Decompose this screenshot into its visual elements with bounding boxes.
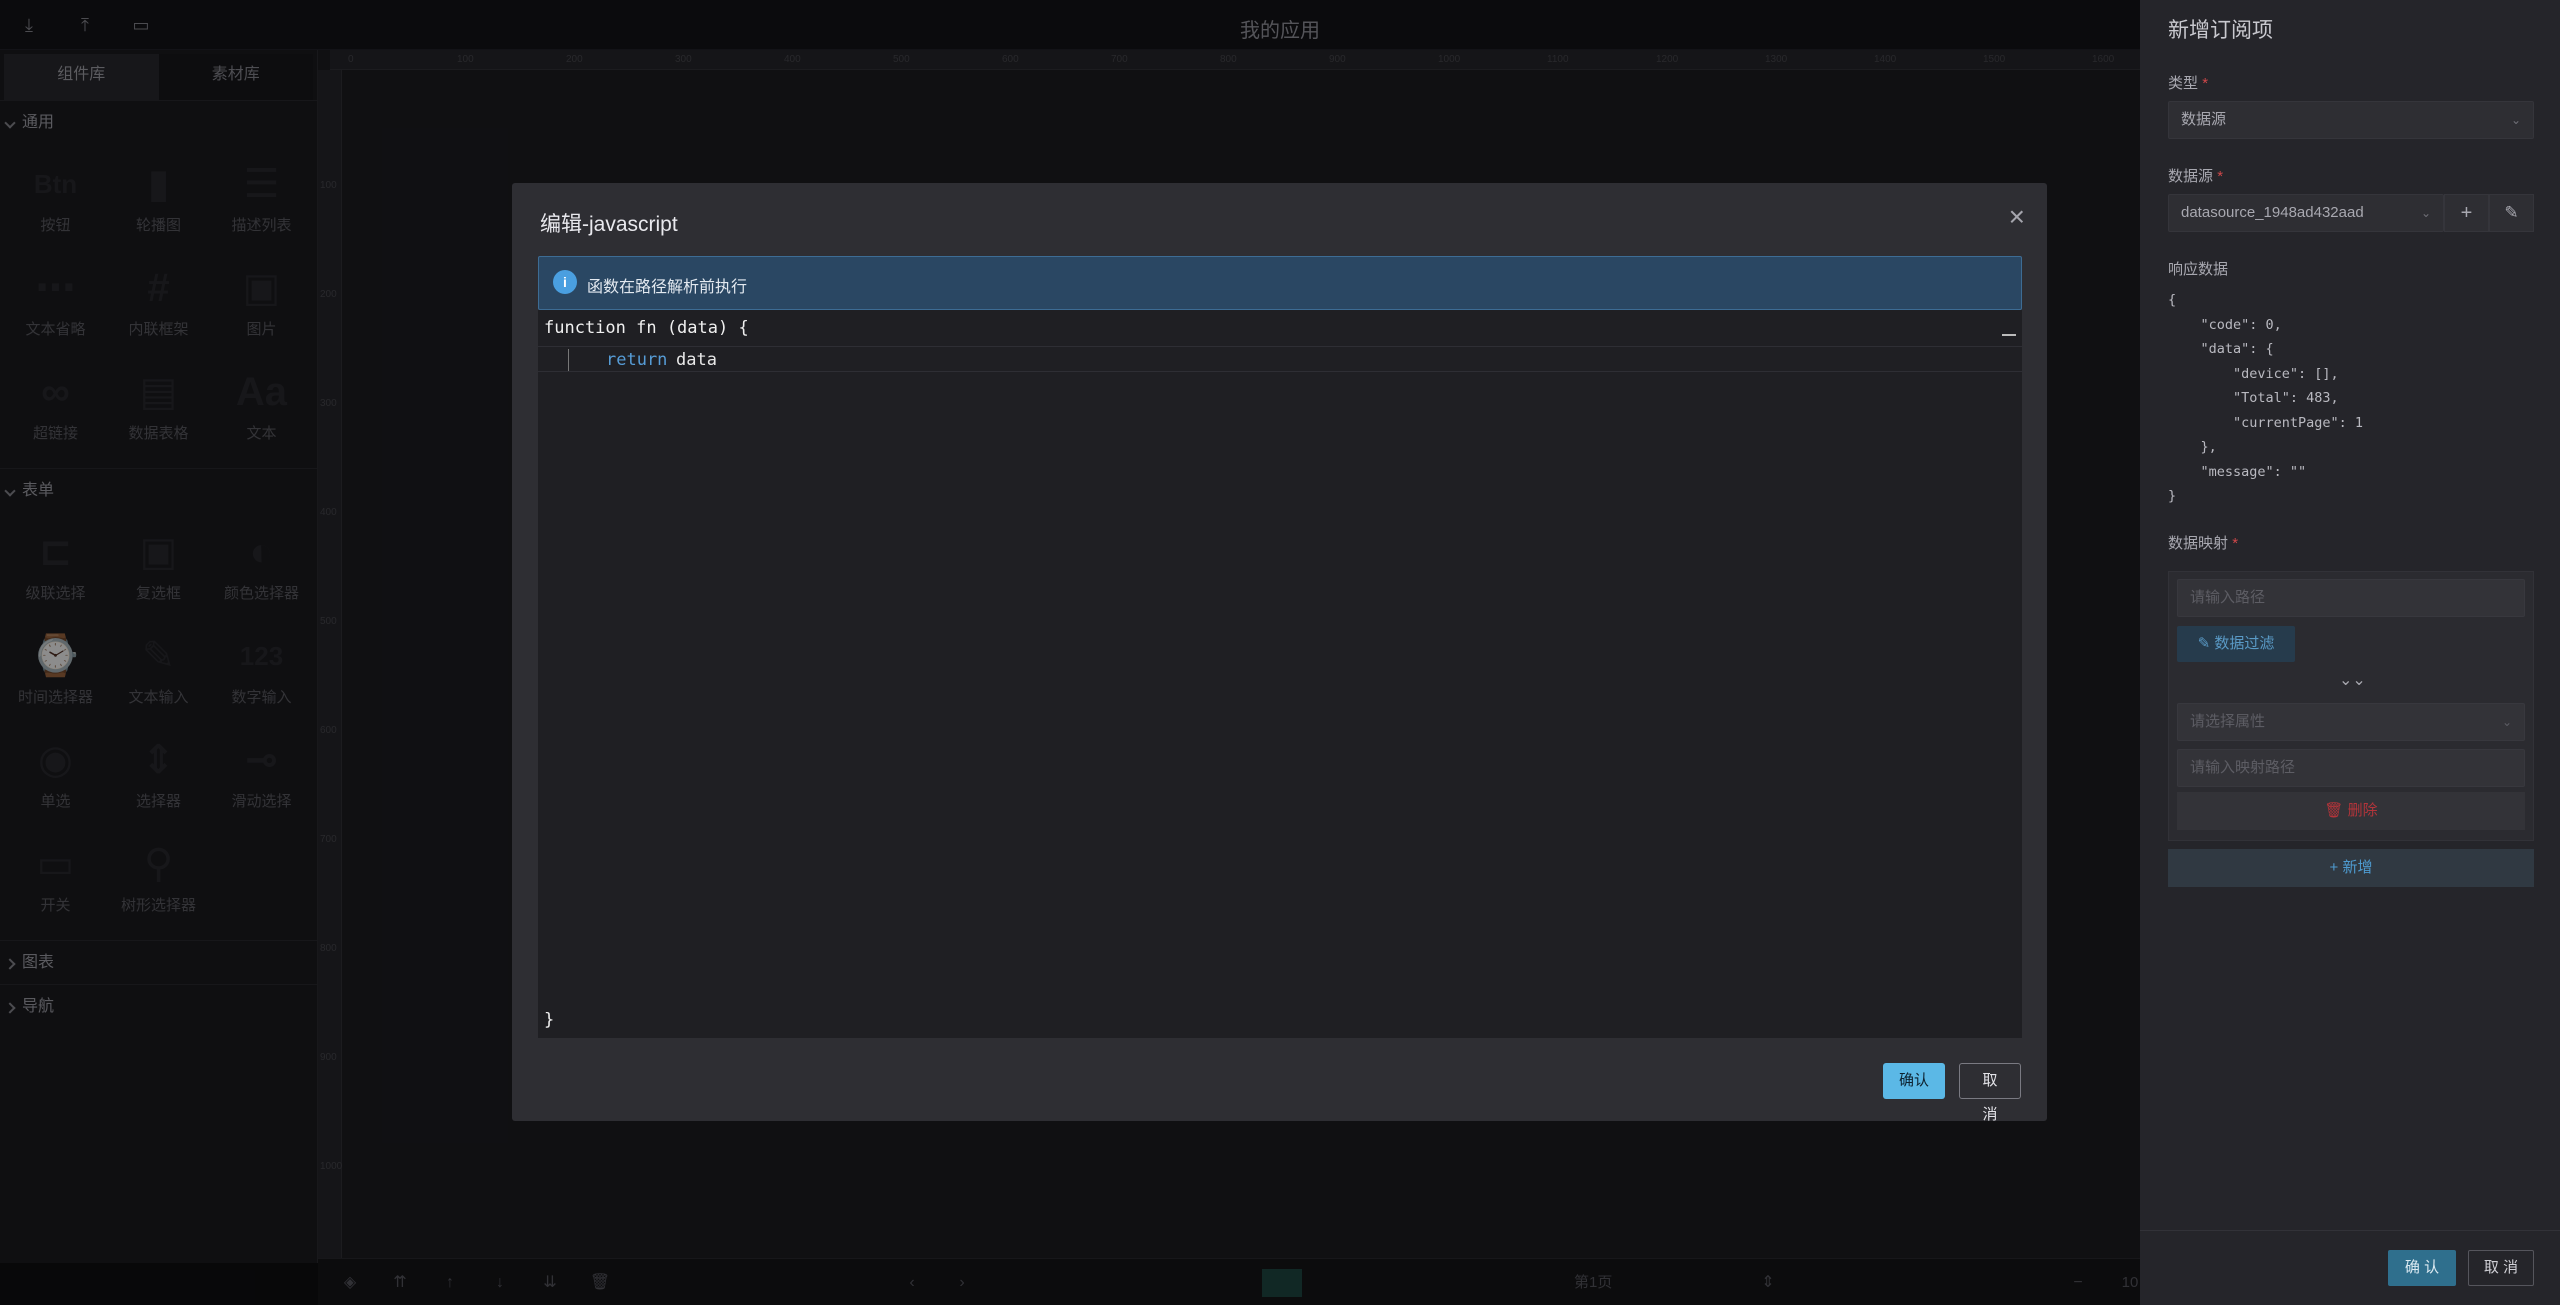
editor-cursor	[2002, 334, 2016, 336]
info-text: 函数在路径解析前执行	[587, 279, 748, 296]
response-json: { "code": 0, "data": { "device": [], "To…	[2168, 288, 2363, 509]
response-label: 响应数据	[2168, 261, 2229, 278]
code-identifier: data	[676, 350, 717, 370]
code-line-1: function fn (data) {	[544, 318, 749, 338]
panel-cancel-button[interactable]: 取 消	[2468, 1250, 2534, 1286]
datasource-select[interactable]: datasource_1948ad432aad ⌄	[2168, 194, 2444, 232]
source-label: 数据源 *	[2168, 168, 2224, 185]
json-line: {	[2168, 292, 2177, 308]
json-line: "message": ""	[2168, 463, 2307, 480]
delete-button[interactable]: 🗑 删除	[2177, 792, 2525, 830]
type-select[interactable]: 数据源 ⌄	[2168, 101, 2534, 139]
json-line: "data": {	[2168, 341, 2274, 357]
json-line: "currentPage": 1	[2168, 414, 2364, 431]
json-line: "Total": 483,	[2168, 390, 2339, 406]
info-alert: i 函数在路径解析前执行	[538, 256, 2022, 310]
close-icon[interactable]: ×	[2009, 201, 2025, 233]
code-keyword: return	[606, 350, 668, 370]
mapping-box: 请输入路径 ✎ 数据过滤 ⌄⌄ 请选择属性 ⌄ 请输入映射路径 🗑 删除	[2168, 571, 2534, 841]
add-datasource-button[interactable]: +	[2444, 194, 2489, 232]
edit-datasource-button[interactable]: ✎	[2489, 194, 2534, 232]
data-filter-button[interactable]: ✎ 数据过滤	[2177, 626, 2295, 662]
subscription-panel: 新增订阅项 类型 * 数据源 ⌄ 数据源 * datasource_1948ad4…	[2140, 0, 2560, 1305]
js-editor-dialog: 编辑-javascript × i 函数在路径解析前执行 function fn…	[512, 183, 2047, 1123]
attribute-select[interactable]: 请选择属性 ⌄	[2177, 703, 2525, 741]
panel-title: 新增订阅项	[2168, 19, 2273, 42]
mapping-label: 数据映射 *	[2168, 535, 2239, 552]
code-line-3: }	[544, 1010, 555, 1030]
double-chevron-down-icon: ⌄⌄	[2339, 672, 2366, 689]
path-input[interactable]: 请输入路径	[2177, 579, 2525, 617]
json-line: "device": [],	[2168, 365, 2339, 382]
chevron-down-icon: ⌄	[2510, 113, 2521, 127]
json-line: "code": 0,	[2168, 316, 2282, 333]
panel-confirm-button[interactable]: 确 认	[2388, 1250, 2456, 1286]
add-mapping-button[interactable]: + 新增	[2168, 849, 2534, 887]
cancel-button[interactable]: 取消	[1959, 1063, 2021, 1123]
json-line: },	[2168, 439, 2217, 455]
dialog-title: 编辑-javascript	[540, 213, 678, 236]
json-line: }	[2168, 488, 2177, 504]
type-label: 类型 *	[2168, 75, 2209, 92]
code-editor[interactable]: function fn (data) { return data }	[538, 310, 2022, 1038]
info-icon: i	[553, 270, 577, 294]
code-line-2: return data	[538, 346, 2022, 372]
map-path-input[interactable]: 请输入映射路径	[2177, 749, 2525, 787]
confirm-button[interactable]: 确认	[1883, 1063, 1945, 1099]
chevron-down-icon: ⌄	[2420, 206, 2431, 220]
